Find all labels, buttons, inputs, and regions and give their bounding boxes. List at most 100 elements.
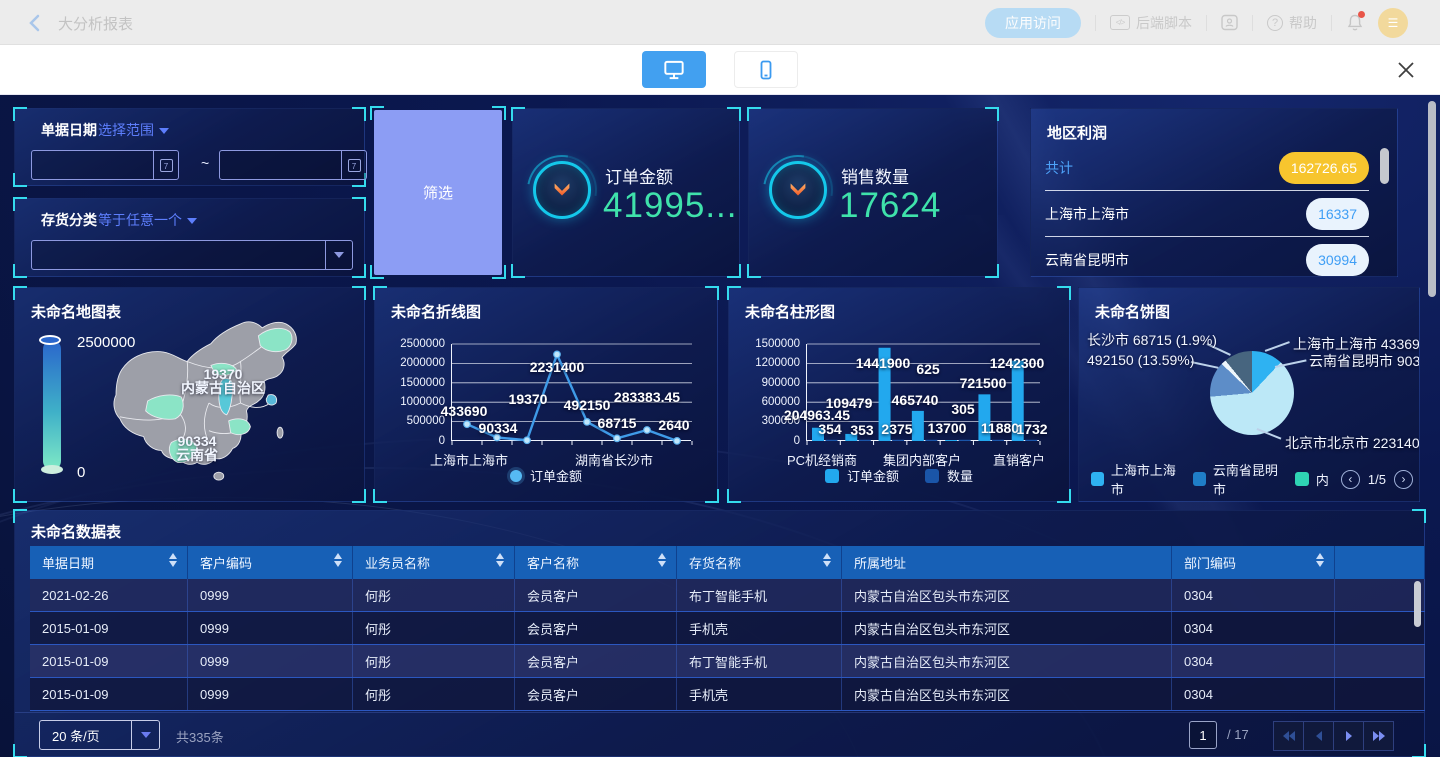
kpi-sales-qty: 销售数量 17624 xyxy=(748,108,998,277)
topbar: 大分析报表 应用访问 </> 后端脚本 ? 帮助 ☰ xyxy=(0,0,1440,45)
kpi-value: 41995... xyxy=(603,186,738,226)
date-start-field: 7 xyxy=(31,150,179,180)
line-chart-widget: 未命名折线图 2500000 2000000 1500000 1000000 5… xyxy=(374,287,718,502)
category-op-dropdown[interactable]: 等于任意一个 xyxy=(98,210,197,230)
phone-icon xyxy=(754,57,778,83)
widget-title: 未命名柱形图 xyxy=(745,301,835,322)
list-item: 上海市上海市 16337 xyxy=(1045,191,1369,237)
chevron-down-icon xyxy=(159,128,169,134)
legend-next-button[interactable]: › xyxy=(1394,470,1413,489)
last-page-button[interactable] xyxy=(1363,721,1394,751)
chart-legend[interactable]: 订单金额 数量 xyxy=(729,466,1069,485)
map-data-label: 90334云南省 xyxy=(176,434,218,462)
legend-swatch-icon xyxy=(825,469,839,483)
pagination xyxy=(1274,721,1394,751)
divider xyxy=(1331,15,1332,31)
topbar-actions: 应用访问 </> 后端脚本 ? 帮助 ☰ xyxy=(985,0,1408,45)
legend-swatch-icon xyxy=(1091,472,1104,486)
column-header[interactable]: 客户编码 xyxy=(188,546,353,579)
page-total: / 17 xyxy=(1227,727,1249,742)
bar-plot-area: 204963.451094791441900465740137007215001… xyxy=(806,344,1039,441)
page-number-input[interactable] xyxy=(1189,721,1217,749)
column-header[interactable]: 客户名称 xyxy=(515,546,677,579)
widget-title: 未命名饼图 xyxy=(1095,301,1170,322)
chart-legend: 上海市上海市 云南省昆明市 内 ‹ 1/5 › xyxy=(1091,460,1413,498)
help-button[interactable]: ? 帮助 xyxy=(1267,13,1317,33)
chart-legend[interactable]: 订单金额 xyxy=(375,466,717,485)
column-header[interactable]: 业务员名称 xyxy=(353,546,515,579)
page-size-select[interactable]: 20 条/页 xyxy=(39,720,160,750)
map-chart-widget: 未命名地图表 2500000 0 xyxy=(14,287,365,502)
category-select[interactable] xyxy=(31,240,353,270)
page-title: 大分析报表 xyxy=(58,13,133,34)
date-start-input[interactable] xyxy=(32,151,153,179)
contacts-button[interactable] xyxy=(1221,14,1238,31)
scrollbar[interactable] xyxy=(1414,581,1421,627)
line-plot-area: 4336909033419370223140049215068715283383… xyxy=(451,344,691,441)
legend-min: 0 xyxy=(77,464,85,481)
code-icon: </> xyxy=(1110,15,1130,30)
calendar-button[interactable]: 7 xyxy=(341,151,366,179)
divider xyxy=(1252,15,1253,31)
date-op-dropdown[interactable]: 选择范围 xyxy=(98,120,169,140)
kpi-value: 17624 xyxy=(839,186,941,226)
column-header[interactable]: 部门编码 xyxy=(1172,546,1335,579)
list-item: 云南省昆明市 30994 xyxy=(1045,237,1369,277)
sort-icon xyxy=(1316,553,1324,567)
date-filter-widget: 单据日期 选择范围 7 ~ 7 xyxy=(14,108,365,186)
kpi-label: 销售数量 xyxy=(841,163,909,188)
widget-title: 未命名数据表 xyxy=(31,521,121,542)
region-profit-list: 共计 162726.65 上海市上海市 16337 云南省昆明市 30994 xyxy=(1045,145,1369,277)
first-page-button[interactable] xyxy=(1273,721,1304,751)
user-avatar[interactable]: ☰ xyxy=(1378,8,1408,38)
notifications-button[interactable] xyxy=(1346,13,1364,33)
mobile-view-button[interactable] xyxy=(734,51,798,88)
desktop-view-button[interactable] xyxy=(642,51,706,88)
table-row: 2015-01-090999何彤会员客户手机壳内蒙古自治区包头市东河区0304 xyxy=(30,678,1425,711)
calendar-button[interactable]: 7 xyxy=(153,151,178,179)
backend-script-button[interactable]: </> 后端脚本 xyxy=(1110,13,1192,33)
view-toolbar xyxy=(0,45,1440,95)
table-footer: 20 条/页 共335条 / 17 xyxy=(15,712,1424,756)
dashboard-canvas: 单据日期 选择范围 7 ~ 7 存货分类 等于任意一个 筛选 xyxy=(0,95,1440,757)
legend-prev-button[interactable]: ‹ xyxy=(1341,470,1360,489)
column-header[interactable]: 所属地址 xyxy=(842,546,1172,579)
sort-icon xyxy=(496,553,504,567)
filter-button[interactable]: 筛选 xyxy=(374,110,502,275)
scrollbar[interactable] xyxy=(1380,148,1389,184)
notification-badge xyxy=(1358,11,1365,18)
pie-callout: 北京市北京市 2231400 xyxy=(1285,433,1420,453)
prev-page-button[interactable] xyxy=(1303,721,1334,751)
pie-chart-widget: 未命名饼图 上海市上海市 433690 云南省昆明市 9033 长沙市 6871… xyxy=(1078,287,1420,502)
kpi-order-amount: 订单金额 41995... xyxy=(512,108,740,277)
widget-title: 未命名折线图 xyxy=(391,301,481,322)
bar-chart-widget: 未命名柱形图 1500000 1200000 900000 600000 300… xyxy=(728,287,1070,502)
back-icon[interactable] xyxy=(26,13,46,33)
sort-icon xyxy=(334,553,342,567)
column-header[interactable]: 存货名称 xyxy=(677,546,842,579)
column-header[interactable]: 单据日期 xyxy=(30,546,188,579)
date-end-field: 7 xyxy=(219,150,367,180)
range-separator: ~ xyxy=(201,155,209,171)
close-icon[interactable] xyxy=(1395,59,1417,81)
kpi-icon xyxy=(533,161,591,219)
map-gradient-legend xyxy=(43,340,61,470)
next-page-button[interactable] xyxy=(1333,721,1364,751)
table-row: 2021-02-260999何彤会员客户布丁智能手机内蒙古自治区包头市东河区03… xyxy=(30,579,1425,612)
total-count: 共335条 xyxy=(176,727,224,746)
sort-icon xyxy=(169,553,177,567)
legend-swatch-icon xyxy=(1295,472,1309,486)
page-scrollbar[interactable] xyxy=(1428,101,1436,297)
table-row: 2015-01-090999何彤会员客户布丁智能手机内蒙古自治区包头市东河区03… xyxy=(30,645,1425,678)
date-end-input[interactable] xyxy=(220,151,341,179)
id-card-icon xyxy=(1221,14,1238,31)
chevron-down-icon xyxy=(325,241,352,269)
calendar-icon: 7 xyxy=(348,159,361,172)
app-access-button[interactable]: 应用访问 xyxy=(985,8,1081,38)
table-row: 2015-01-090999何彤会员客户手机壳内蒙古自治区包头市东河区0304 xyxy=(30,612,1425,645)
map-data-label: 19370内蒙古自治区 xyxy=(181,367,265,395)
column-header xyxy=(1335,546,1425,579)
category-filter-label: 存货分类 xyxy=(41,210,97,230)
kpi-icon xyxy=(769,161,827,219)
calendar-icon: 7 xyxy=(160,159,173,172)
